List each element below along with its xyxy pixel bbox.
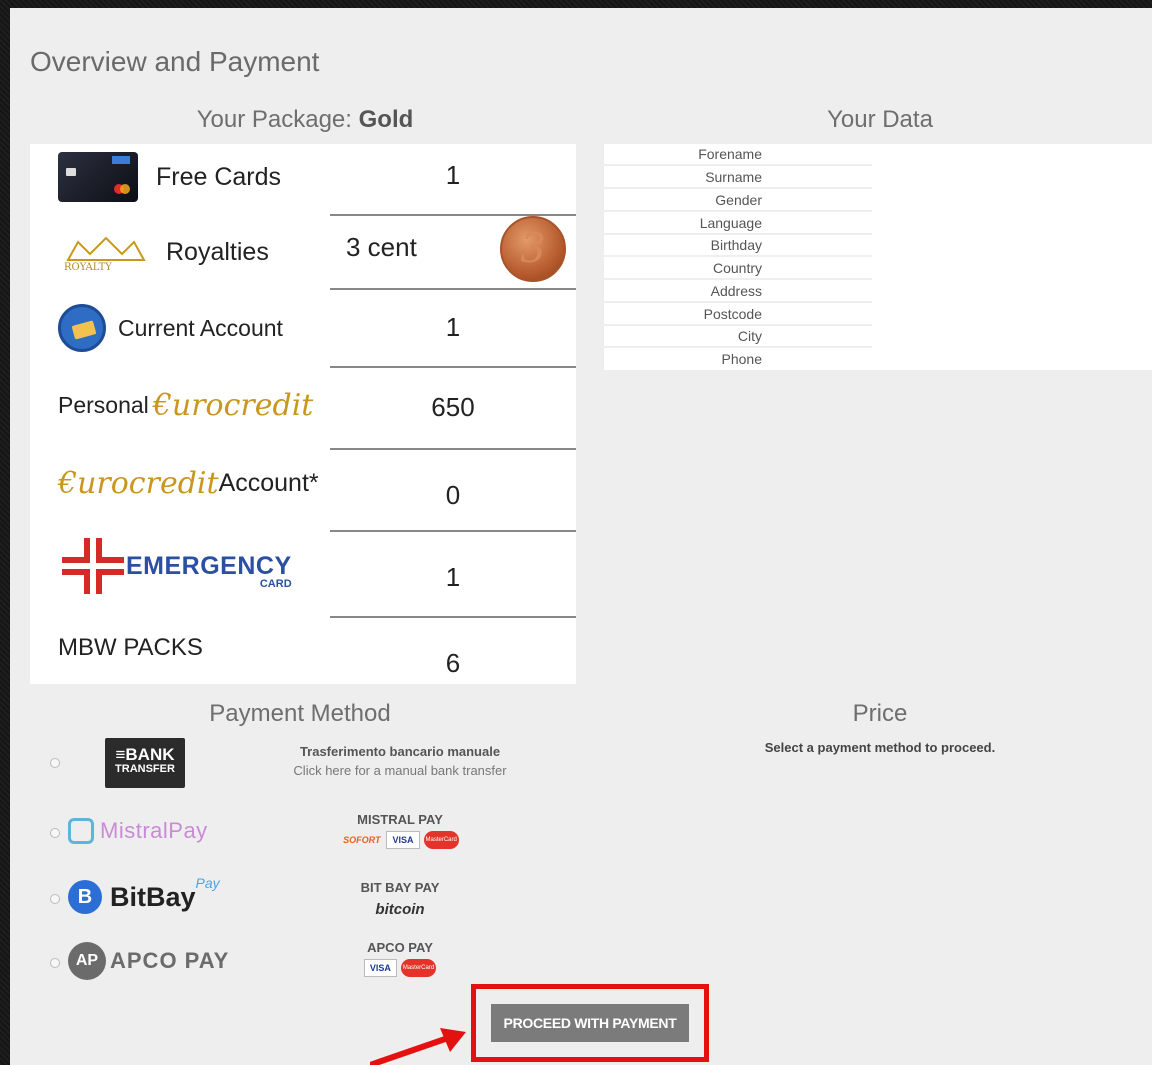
apcopay-radio[interactable] (50, 958, 60, 968)
coin-icon: 3 (500, 216, 566, 282)
mbw-packs-value: 6 (445, 648, 461, 678)
data-row-country: Country (604, 258, 872, 280)
mbw-packs-text: MBW PACKS (58, 634, 203, 661)
emergency-value: 1 (445, 562, 461, 592)
personal-eurocredit-value: 650 (431, 392, 475, 422)
royalty-crown-icon: ROYALTY (58, 232, 154, 273)
credit-card-icon (58, 152, 138, 202)
package-heading: Your Package: Gold (170, 106, 440, 134)
visa-badge: VISA (363, 959, 397, 977)
apcopay-info: APCO PAY VISA MasterCard (320, 940, 480, 977)
emergency-card-sub: CARD (259, 577, 292, 590)
mistralpay-info: MISTRAL PAY SOFORT VISA MasterCard (320, 812, 480, 849)
data-row-city: City (604, 326, 872, 348)
royalties-label: ROYALTY Royalties (58, 232, 269, 273)
bank-transfer-logo: ≡BANK TRANSFER (105, 738, 185, 788)
emergency-text: EMERGENCY (126, 551, 292, 580)
current-account-label: Current Account (58, 304, 283, 352)
package-row-free-cards: Free Cards 1 (30, 144, 576, 214)
eurocredit-account-text: Account* (218, 469, 319, 497)
current-account-value: 1 (445, 312, 461, 342)
proceed-with-payment-button[interactable]: PROCEED WITH PAYMENT (491, 1004, 689, 1042)
eurocredit-account-label: €urocredit Account* (58, 466, 319, 501)
data-row-birthday: Birthday (604, 235, 872, 257)
payment-option-mistralpay[interactable]: MistralPay MISTRAL PAY SOFORT VISA Maste… (50, 804, 570, 860)
payment-option-apcopay[interactable]: AP APCO PAY APCO PAY VISA MasterCard (50, 934, 570, 990)
mistralpay-icon (68, 818, 94, 844)
proceed-button-highlight: PROCEED WITH PAYMENT (471, 984, 709, 1062)
personal-eurocredit-label: Personal €urocredit (58, 388, 313, 423)
eurocredit-logo: €urocredit (58, 466, 219, 501)
package-row-current-account: Current Account 1 (30, 290, 576, 366)
mistralpay-logo: MistralPay (68, 818, 208, 844)
data-row-forename: Forename (604, 144, 872, 166)
package-row-royalties: ROYALTY Royalties 3 cent 3 (30, 216, 576, 288)
emergency-cross-icon (62, 538, 124, 594)
package-row-eurocredit-account: €urocredit Account* 0 (30, 450, 576, 530)
data-row-postcode: Postcode (604, 304, 872, 326)
data-row-address: Address (604, 281, 872, 303)
red-arrow-annotation (370, 1028, 466, 1065)
bitbay-icon: B (68, 880, 102, 914)
payment-option-bitbay[interactable]: B BitBay Pay BIT BAY PAY bitcoin (50, 870, 570, 926)
overview-panel: Overview and Payment Your Package: Gold … (10, 8, 1152, 1065)
bitbay-logo: B BitBay Pay (68, 875, 220, 914)
package-row-mbw-packs: MBW PACKS 6 (30, 618, 576, 684)
royalty-logo-text: ROYALTY (64, 262, 112, 272)
free-cards-label: Free Cards (58, 152, 281, 202)
bank-transfer-text[interactable]: Trasferimento bancario manuale Click her… (270, 744, 530, 778)
bank-transfer-radio[interactable] (50, 758, 60, 768)
current-account-text: Current Account (118, 314, 283, 341)
current-account-icon (58, 304, 106, 352)
eurocredit-logo: €urocredit (152, 388, 314, 423)
package-name: Gold (358, 106, 414, 133)
your-data-table: Forename Surname Gender Language Birthda… (604, 144, 1152, 370)
sofort-badge: SOFORT (343, 835, 381, 845)
free-cards-text: Free Cards (156, 162, 282, 191)
page-title: Overview and Payment (30, 46, 320, 77)
free-cards-value: 1 (445, 160, 461, 190)
data-row-language: Language (604, 213, 872, 235)
package-row-emergency: EMERGENCY CARD 1 (30, 532, 576, 616)
bitbay-radio[interactable] (50, 894, 60, 904)
data-row-surname: Surname (604, 167, 872, 189)
apcopay-icon: AP (68, 942, 106, 980)
your-data-heading: Your Data (827, 106, 933, 133)
data-row-phone: Phone (721, 351, 762, 367)
mastercard-badge: MasterCard (400, 959, 437, 977)
apcopay-logo: AP APCO PAY (68, 942, 229, 980)
bitcoin-badge: bitcoin (375, 901, 425, 918)
coin-value: 3 (520, 226, 546, 272)
personal-text: Personal (58, 392, 149, 418)
eurocredit-account-value: 0 (445, 480, 461, 510)
data-row-gender: Gender (604, 190, 872, 212)
bitbay-info: BIT BAY PAY bitcoin (320, 880, 480, 918)
payment-method-heading: Payment Method (209, 700, 391, 727)
mistralpay-radio[interactable] (50, 828, 60, 838)
price-heading: Price (852, 700, 908, 727)
payment-option-bank-transfer[interactable]: ≡BANK TRANSFER Trasferimento bancario ma… (50, 734, 570, 790)
mastercard-badge: MasterCard (423, 831, 459, 849)
emergency-card-label: EMERGENCY CARD (62, 538, 292, 594)
package-row-personal-eurocredit: Personal €urocredit 650 (30, 368, 576, 448)
price-note: Select a payment method to proceed. (764, 740, 996, 755)
package-table: Free Cards 1 ROYALTY Royalties 3 cent 3 (30, 144, 576, 684)
mbw-packs-label: MBW PACKS (58, 634, 203, 662)
package-heading-prefix: Your Package: (196, 106, 359, 133)
visa-badge: VISA (386, 831, 420, 849)
royalties-text: Royalties (166, 237, 269, 266)
